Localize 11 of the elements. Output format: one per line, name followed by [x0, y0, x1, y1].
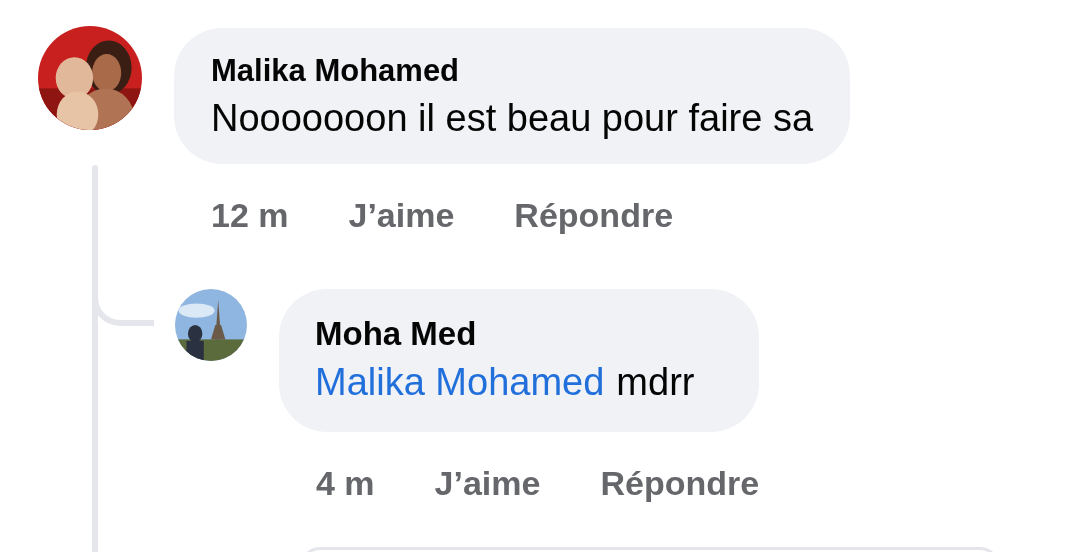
- comment-author[interactable]: Moha Med: [315, 313, 724, 355]
- comment-action[interactable]: J’aime: [348, 190, 455, 242]
- comment-action[interactable]: Répondre: [600, 458, 760, 509]
- mention-link[interactable]: Malika Mohamed: [315, 358, 605, 406]
- comment-time: 4 m: [316, 463, 375, 504]
- comment-author[interactable]: Malika Mohamed: [211, 52, 814, 91]
- comment-action[interactable]: Répondre: [514, 190, 674, 242]
- comment-text: Nooooooon il est beau pour faire sa: [211, 95, 814, 141]
- comment-action[interactable]: J’aime: [434, 458, 541, 509]
- comment-time: 12 m: [211, 195, 289, 237]
- comment-text: mdrr: [616, 359, 695, 405]
